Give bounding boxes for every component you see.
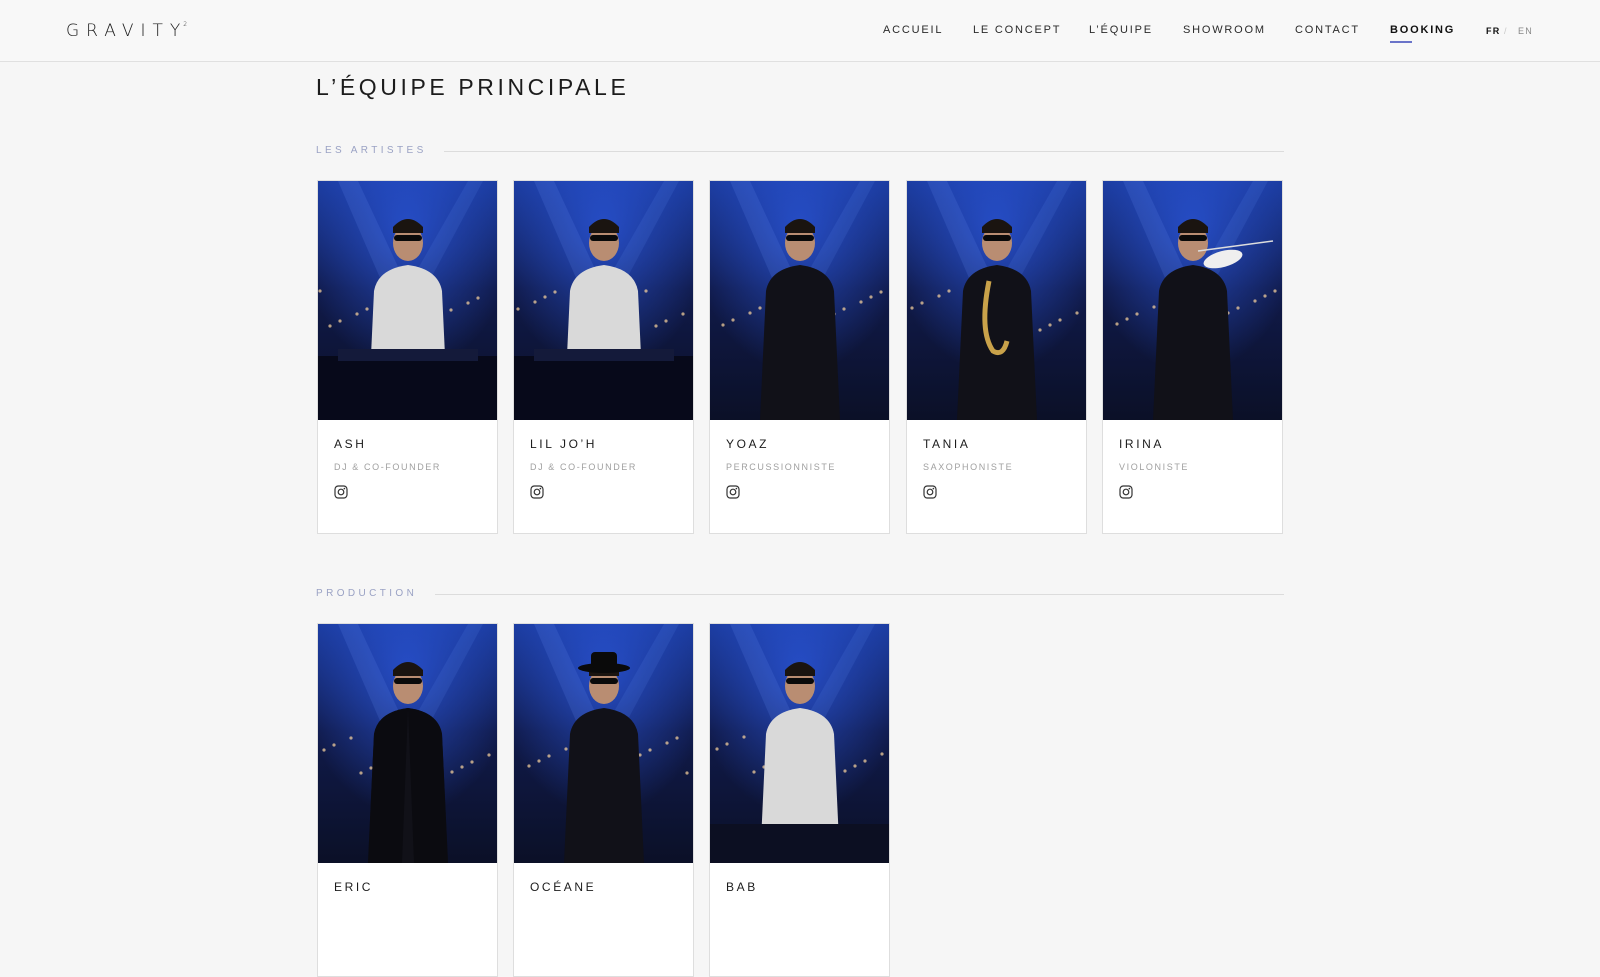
main-nav: ACCUEIL LE CONCEPT L’ÉQUIPE SHOWROOM CON… — [0, 24, 1600, 44]
member-role: DJ & CO-FOUNDER — [334, 462, 441, 472]
member-name: YOAZ — [726, 437, 770, 451]
team-card[interactable]: ASH DJ & CO-FOUNDER — [317, 180, 498, 534]
nav-item-lequipe[interactable]: L’ÉQUIPE — [1089, 24, 1153, 36]
team-card[interactable]: ERIC — [317, 623, 498, 977]
nav-item-showroom[interactable]: SHOWROOM — [1183, 24, 1266, 36]
team-card[interactable]: LIL JO’H DJ & CO-FOUNDER — [513, 180, 694, 534]
member-role: DJ & CO-FOUNDER — [530, 462, 637, 472]
member-role: VIOLONISTE — [1119, 462, 1190, 472]
member-name: ASH — [334, 437, 367, 451]
member-name: IRINA — [1119, 437, 1165, 451]
site-header: GRAVITY 2 ACCUEIL LE CONCEPT L’ÉQUIPE SH… — [0, 0, 1600, 62]
member-photo — [318, 624, 497, 863]
instagram-icon[interactable] — [726, 485, 740, 499]
section-label-artistes: LES ARTISTES — [316, 145, 427, 156]
section-divider — [435, 594, 1284, 595]
lang-fr[interactable]: FR — [1486, 25, 1500, 37]
nav-item-accueil[interactable]: ACCUEIL — [883, 24, 943, 36]
member-photo — [514, 181, 693, 420]
member-photo — [318, 181, 497, 420]
member-photo — [710, 624, 889, 863]
member-role: PERCUSSIONNISTE — [726, 462, 837, 472]
nav-active-indicator — [1390, 41, 1412, 43]
instagram-icon[interactable] — [334, 485, 348, 499]
member-name: LIL JO’H — [530, 437, 598, 451]
lang-separator: / — [1504, 26, 1508, 36]
member-photo — [907, 181, 1086, 420]
member-name: BAB — [726, 880, 758, 894]
member-name: OCÉANE — [530, 880, 597, 894]
lang-en[interactable]: EN — [1518, 25, 1533, 37]
section-label-production: PRODUCTION — [316, 588, 418, 599]
member-photo — [514, 624, 693, 863]
team-card[interactable]: TANIA SAXOPHONISTE — [906, 180, 1087, 534]
member-role: SAXOPHONISTE — [923, 462, 1014, 472]
member-name: ERIC — [334, 880, 374, 894]
team-card[interactable]: YOAZ PERCUSSIONNISTE — [709, 180, 890, 534]
instagram-icon[interactable] — [923, 485, 937, 499]
member-photo — [710, 181, 889, 420]
instagram-icon[interactable] — [530, 485, 544, 499]
team-card[interactable]: OCÉANE — [513, 623, 694, 977]
section-divider — [444, 151, 1284, 152]
team-card[interactable]: IRINA VIOLONISTE — [1102, 180, 1283, 534]
nav-item-le-concept[interactable]: LE CONCEPT — [973, 24, 1061, 36]
member-name: TANIA — [923, 437, 971, 451]
team-card[interactable]: BAB — [709, 623, 890, 977]
nav-item-booking[interactable]: BOOKING — [1390, 24, 1455, 36]
instagram-icon[interactable] — [1119, 485, 1133, 499]
nav-item-contact[interactable]: CONTACT — [1295, 24, 1360, 36]
member-photo — [1103, 181, 1282, 420]
page-title: L’ÉQUIPE PRINCIPALE — [316, 74, 630, 100]
